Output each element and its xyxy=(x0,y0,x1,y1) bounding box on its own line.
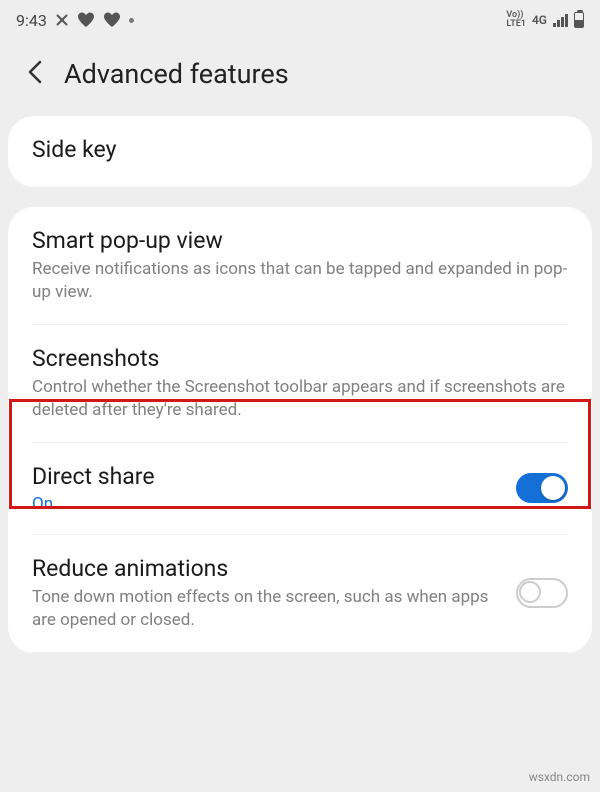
item-smart-popup[interactable]: Smart pop-up view Receive notifications … xyxy=(8,207,592,324)
net-volte-label: Vo)) LTE1 xyxy=(506,11,526,29)
card-advanced: Smart pop-up view Receive notifications … xyxy=(8,207,592,653)
item-title: Reduce animations xyxy=(32,555,500,582)
direct-share-toggle[interactable] xyxy=(516,473,568,503)
item-status: On xyxy=(32,494,500,514)
x-icon xyxy=(55,13,69,27)
header: Advanced features xyxy=(0,40,600,116)
battery-icon xyxy=(574,12,584,28)
status-bar: 9:43 Vo)) LTE1 4G xyxy=(0,0,600,40)
reduce-animations-toggle[interactable] xyxy=(516,578,568,608)
more-dot-icon xyxy=(129,18,134,23)
item-title: Direct share xyxy=(32,463,500,490)
item-title: Screenshots xyxy=(32,345,568,372)
card-side-key: Side key xyxy=(8,116,592,187)
item-title: Side key xyxy=(32,136,568,163)
divider xyxy=(32,652,568,653)
back-icon[interactable] xyxy=(26,58,44,90)
signal-icon xyxy=(553,13,568,27)
watermark: wsxdn.com xyxy=(529,770,590,784)
heart-icon xyxy=(103,12,121,28)
item-desc: Receive notifications as icons that can … xyxy=(32,258,568,304)
net-4g-label: 4G xyxy=(532,14,547,26)
item-desc: Control whether the Screenshot toolbar a… xyxy=(32,376,568,422)
item-direct-share[interactable]: Direct share On xyxy=(8,443,592,534)
heart-icon xyxy=(77,12,95,28)
item-side-key[interactable]: Side key xyxy=(8,116,592,187)
item-desc: Tone down motion effects on the screen, … xyxy=(32,586,500,632)
item-screenshots[interactable]: Screenshots Control whether the Screensh… xyxy=(8,325,592,442)
status-time: 9:43 xyxy=(16,11,47,30)
item-title: Smart pop-up view xyxy=(32,227,568,254)
item-reduce-animations[interactable]: Reduce animations Tone down motion effec… xyxy=(8,535,592,652)
status-right: Vo)) LTE1 4G xyxy=(506,11,584,29)
status-left: 9:43 xyxy=(16,11,134,30)
page-title: Advanced features xyxy=(64,58,289,90)
